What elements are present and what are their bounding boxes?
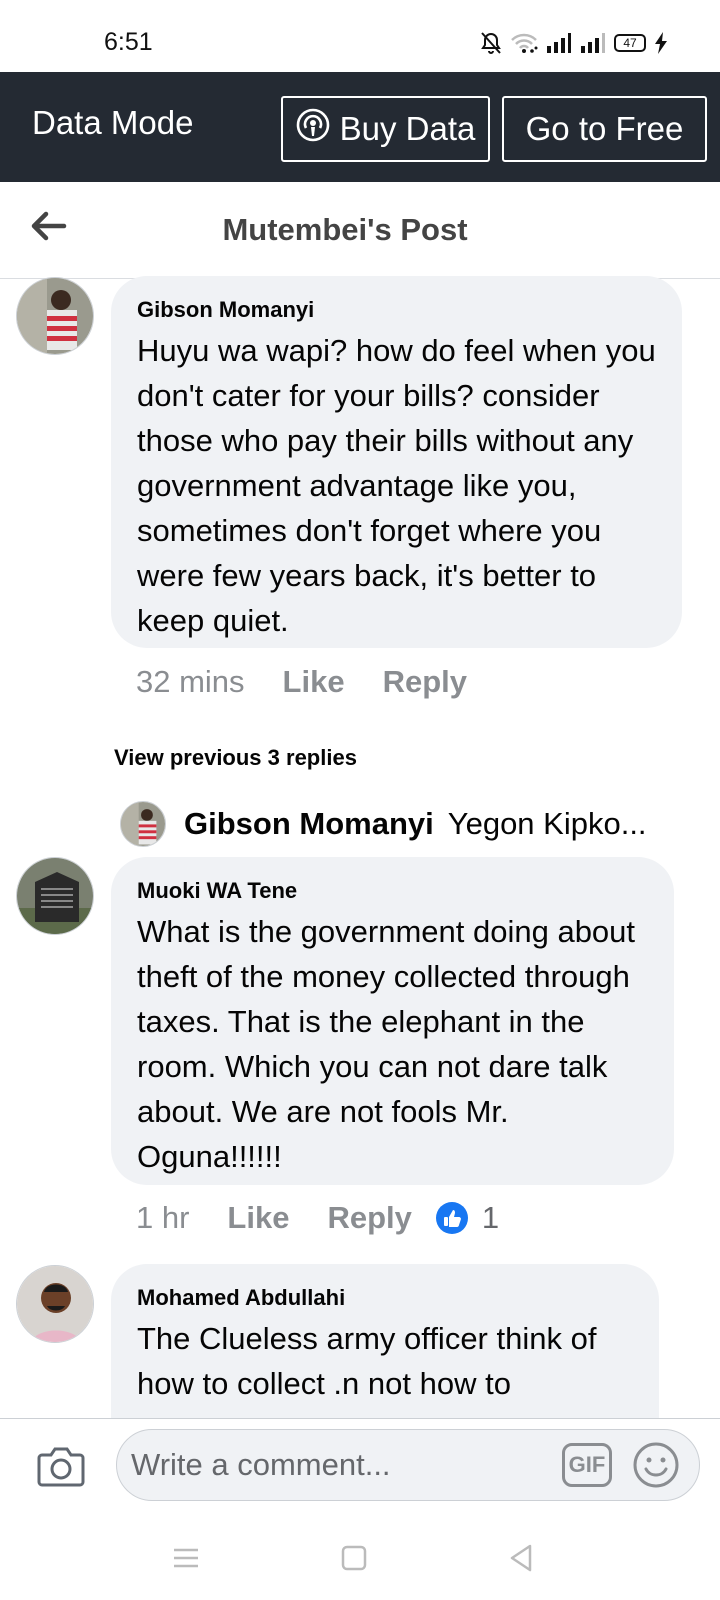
status-time: 6:51 — [104, 28, 153, 56]
emoji-icon[interactable] — [632, 1441, 680, 1489]
buy-data-button[interactable]: Buy Data — [281, 96, 490, 162]
charging-icon — [654, 32, 668, 54]
data-mode-bar: Data Mode Buy Data Go to Free — [0, 72, 720, 182]
signal-icon — [580, 32, 606, 54]
wifi-icon — [510, 32, 538, 54]
like-button[interactable]: Like — [283, 664, 345, 700]
like-button[interactable]: Like — [227, 1200, 289, 1236]
buy-data-label: Buy Data — [339, 110, 476, 147]
signal-icon — [546, 32, 572, 54]
comment-actions: 32 mins Like Reply — [136, 664, 467, 700]
comment-bubble: Muoki WA Tene What is the government doi… — [111, 857, 674, 1185]
comment-author[interactable]: Muoki WA Tene — [137, 877, 648, 905]
comment-time[interactable]: 32 mins — [136, 664, 245, 700]
camera-icon[interactable] — [36, 1441, 86, 1491]
status-bar: 6:51 47 — [0, 0, 720, 72]
comment-composer: GIF — [0, 1418, 720, 1516]
comment-input[interactable] — [116, 1429, 700, 1501]
back-triangle-icon[interactable] — [502, 1538, 542, 1578]
battery-icon: 47 — [614, 34, 646, 52]
comment-text: The Clueless army officer think of how t… — [137, 1321, 597, 1401]
comment-author[interactable]: Gibson Momanyi — [137, 296, 656, 324]
podcast-icon — [296, 108, 330, 150]
data-mode-label: Data Mode — [32, 104, 194, 141]
bell-off-icon — [480, 31, 502, 55]
comment-actions: 1 hr Like Reply 1 — [136, 1200, 499, 1236]
comment-author[interactable]: Mohamed Abdullahi — [137, 1284, 633, 1312]
avatar[interactable] — [16, 1265, 94, 1343]
thumbs-up-icon — [435, 1202, 468, 1234]
go-to-free-button[interactable]: Go to Free — [502, 96, 707, 162]
go-to-free-label: Go to Free — [525, 110, 684, 147]
reaction-count[interactable]: 1 — [435, 1200, 500, 1236]
comment-text: What is the government doing about theft… — [137, 914, 636, 1174]
reply-button[interactable]: Reply — [327, 1200, 411, 1236]
avatar — [120, 801, 166, 847]
view-previous-replies-link[interactable]: View previous 3 replies — [114, 745, 357, 771]
status-icons: 47 — [480, 28, 668, 58]
page-title: Mutembei's Post — [222, 212, 468, 247]
comment-bubble: Gibson Momanyi Huyu wa wapi? how do feel… — [111, 276, 682, 648]
reply-preview[interactable]: Gibson Momanyi Yegon Kipko... — [120, 800, 647, 848]
gif-button[interactable]: GIF — [562, 1443, 612, 1487]
avatar[interactable] — [16, 857, 94, 935]
system-nav-bar — [0, 1516, 720, 1600]
reply-author: Gibson Momanyi — [184, 806, 434, 841]
post-header: Mutembei's Post — [0, 182, 720, 279]
comment-time[interactable]: 1 hr — [136, 1200, 189, 1236]
reply-button[interactable]: Reply — [383, 664, 467, 700]
avatar[interactable] — [16, 277, 94, 355]
reaction-count-value: 1 — [481, 1200, 500, 1235]
comment-text: Huyu wa wapi? how do feel when you don't… — [137, 333, 656, 638]
menu-icon[interactable] — [166, 1538, 206, 1578]
reply-snippet: Yegon Kipko... — [447, 806, 647, 841]
home-icon[interactable] — [334, 1538, 374, 1578]
